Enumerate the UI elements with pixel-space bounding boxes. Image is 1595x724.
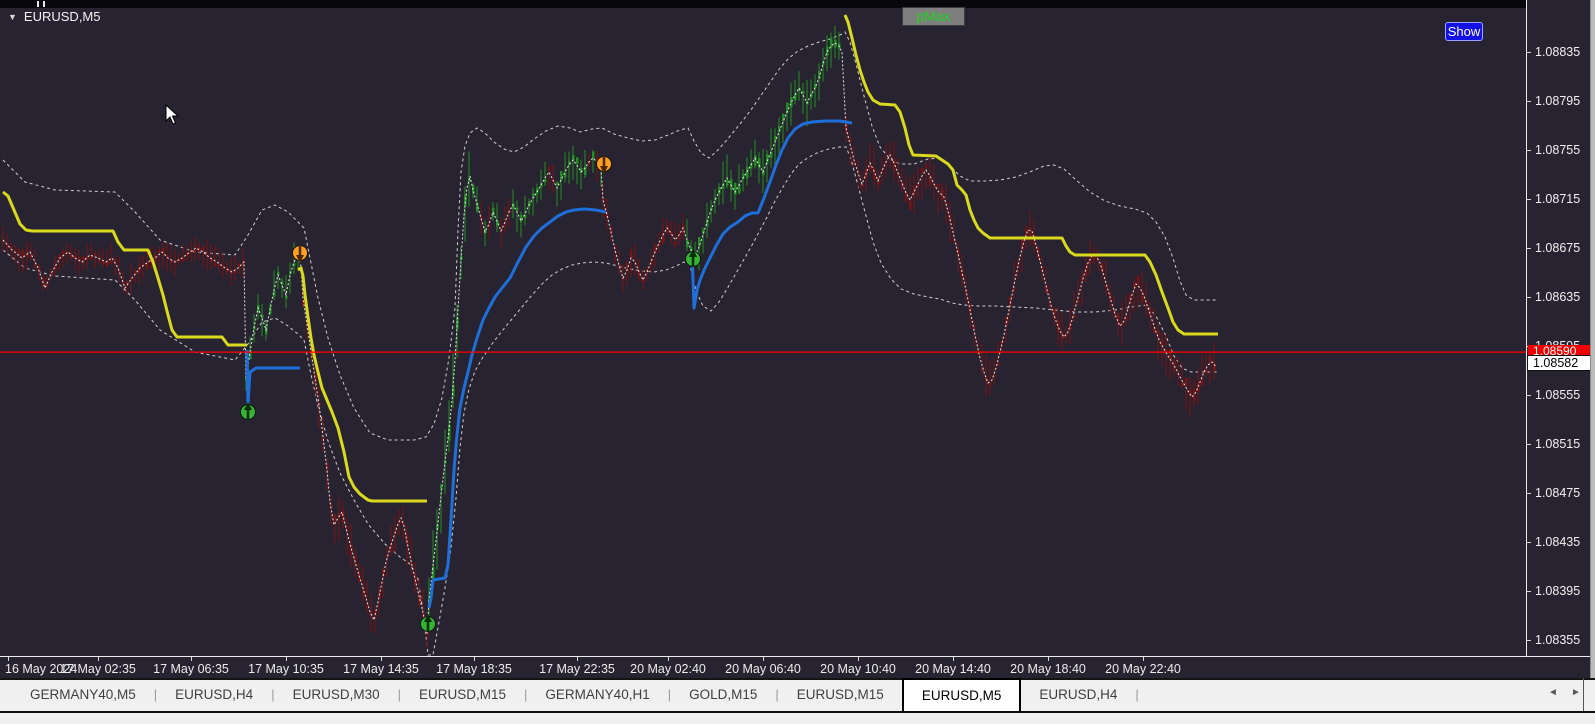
price-axis-label: 1.08435 [1535,535,1581,549]
price-axis-label: 1.08395 [1535,584,1581,598]
status-strip [0,711,1595,724]
show-button[interactable]: Show [1445,22,1483,41]
price-axis-tick [1527,542,1531,543]
chart-tab-bar: GERMANY40,M5 | EURUSD,H4 | EURUSD,M30 | EURUSD… [0,678,1595,711]
symbol-text: EURUSD,M5 [23,9,101,24]
time-axis-tick [763,657,764,661]
price-axis-label: 1.08515 [1535,437,1581,451]
chart-tab-eurusd-h4[interactable]: EURUSD,H4 [1021,680,1135,711]
tab-scroll-right-icon[interactable]: ► [1571,686,1581,700]
price-axis-tick [1527,248,1531,249]
time-axis-label: 17 May 22:35 [539,662,615,676]
time-axis-tick [953,657,954,661]
mt4-chart-window: ▼ EURUSD,M5 pMax Show 1.08835 1.08795 1.08… [0,0,1595,724]
time-axis-label: 20 May 10:40 [820,662,896,676]
price-axis-tick [1527,493,1531,494]
time-axis[interactable]: 16 May 2024 17 May 02:35 17 May 06:35 17 Ma… [0,656,1590,679]
chart-tab-germany40-m5[interactable]: GERMANY40,M5 [12,680,154,711]
window-chrome-tick [37,1,39,7]
time-axis-label: 20 May 06:40 [725,662,801,676]
price-axis-tick [1527,297,1531,298]
hline-price-marker: 1.08582 [1527,354,1594,371]
mouse-cursor [165,104,180,125]
time-axis-label: 17 May 14:35 [343,662,419,676]
price-axis-tick [1527,444,1531,445]
time-axis-tick [8,657,9,661]
price-axis-tick [1527,101,1531,102]
pmax-button[interactable]: pMax [902,7,965,26]
time-axis-label: 17 May 10:35 [248,662,324,676]
price-axis-label: 1.08475 [1535,486,1581,500]
time-axis-tick [1048,657,1049,661]
price-axis-label: 1.08835 [1535,45,1581,59]
dropdown-triangle-icon: ▼ [8,11,17,22]
time-axis-label: 17 May 18:35 [436,662,512,676]
chart-tab-eurusd-h4[interactable]: EURUSD,H4 [157,680,271,711]
time-axis-tick [381,657,382,661]
chart-tab-germany40-h1[interactable]: GERMANY40,H1 [527,680,667,711]
price-axis-label: 1.08795 [1535,94,1581,108]
price-axis-label: 1.08555 [1535,388,1581,402]
chart-tab-gold-m15[interactable]: GOLD,M15 [671,680,775,711]
price-axis-tick [1527,591,1531,592]
time-axis-tick [858,657,859,661]
time-axis-tick [668,657,669,661]
time-axis-tick [474,657,475,661]
time-axis-label: 20 May 02:40 [630,662,706,676]
time-axis-tick [1143,657,1144,661]
price-chart[interactable] [0,0,1526,656]
right-scroll-strip[interactable] [1590,0,1595,724]
tab-bar-edge-divider [1583,678,1584,711]
price-axis-tick [1527,199,1531,200]
chart-tab-eurusd-m15[interactable]: EURUSD,M15 [779,680,902,711]
chart-tab-eurusd-m30[interactable]: EURUSD,M30 [275,680,398,711]
window-top-strip [0,0,1595,8]
price-axis-label: 1.08635 [1535,290,1581,304]
price-axis-label: 1.08715 [1535,192,1581,206]
time-axis-tick [286,657,287,661]
tab-scroll-left-icon[interactable]: ◄ [1548,686,1558,700]
price-axis[interactable]: 1.08835 1.08795 1.08755 1.08715 1.08675 1.086… [1526,0,1595,656]
chart-tab-eurusd-m5[interactable]: EURUSD,M5 [901,678,1022,711]
tab-separator: | [1135,687,1139,702]
time-axis-label: 20 May 18:40 [1010,662,1086,676]
window-chrome-tick [43,1,45,7]
price-axis-label: 1.08675 [1535,241,1581,255]
time-axis-tick [98,657,99,661]
time-axis-label: 20 May 22:40 [1105,662,1181,676]
price-axis-label: 1.08355 [1535,633,1581,647]
time-axis-tick [191,657,192,661]
chart-tab-eurusd-m15[interactable]: EURUSD,M15 [401,680,524,711]
time-axis-tick [577,657,578,661]
time-axis-label: 20 May 14:40 [915,662,991,676]
price-axis-tick [1527,640,1531,641]
time-axis-label: 17 May 06:35 [153,662,229,676]
price-axis-tick [1527,52,1531,53]
time-axis-label: 17 May 02:35 [60,662,136,676]
price-axis-tick [1527,150,1531,151]
price-axis-label: 1.08755 [1535,143,1581,157]
symbol-label[interactable]: ▼ EURUSD,M5 [8,9,101,24]
price-axis-tick [1527,395,1531,396]
